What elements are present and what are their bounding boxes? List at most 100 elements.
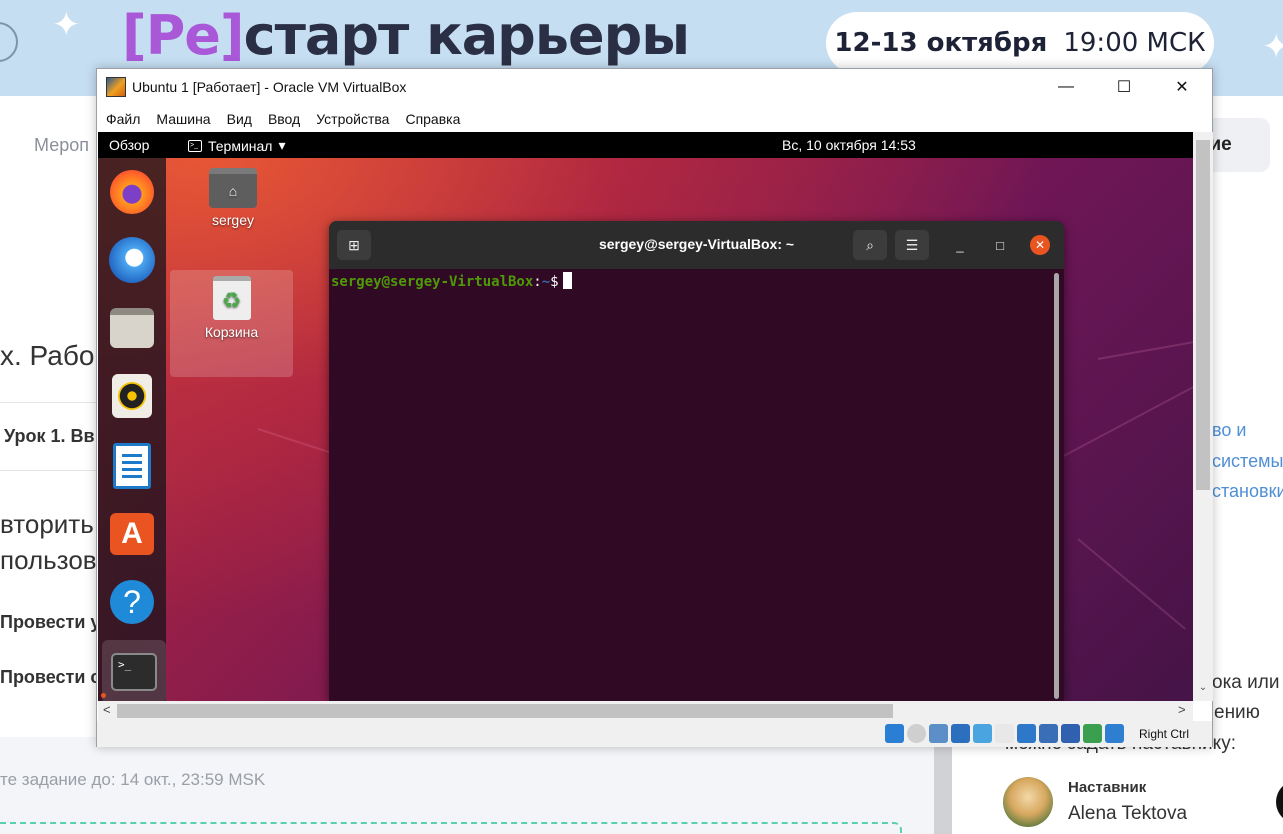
gnome-top-bar: Обзор >_ Терминал ▾ Вс, 10 октября 14:53 bbox=[98, 132, 1193, 158]
window-title: Ubuntu 1 [Работает] - Oracle VM VirtualB… bbox=[132, 79, 407, 95]
mentor-label: Наставник bbox=[1068, 779, 1147, 796]
sidebar-link[interactable]: становки bbox=[1212, 481, 1283, 502]
course-heading: х. Рабо bbox=[0, 340, 95, 371]
banner-circle-decoration bbox=[0, 22, 18, 62]
network-icon[interactable] bbox=[951, 724, 970, 743]
close-button[interactable]: ✕ bbox=[1153, 69, 1211, 105]
task-step: Провести у bbox=[0, 612, 101, 632]
task-step: Провести с bbox=[0, 667, 101, 687]
shared-folders-icon[interactable] bbox=[995, 724, 1014, 743]
capture-icon[interactable] bbox=[1039, 724, 1058, 743]
scrollbar-thumb[interactable] bbox=[1196, 140, 1210, 490]
trash-icon: ♻ bbox=[212, 276, 251, 320]
audio-icon[interactable] bbox=[929, 724, 948, 743]
keyboard-capture-icon[interactable] bbox=[1105, 724, 1124, 743]
scrollbar-thumb[interactable] bbox=[117, 704, 893, 718]
wallpaper-streak bbox=[1077, 538, 1186, 630]
running-indicator bbox=[101, 693, 106, 698]
vbox-menubar: Файл Машина Вид Ввод Устройства Справка bbox=[97, 105, 1212, 132]
page-nav-item[interactable]: Мероп bbox=[34, 135, 89, 156]
terminal-small-icon: >_ bbox=[188, 139, 202, 152]
clock[interactable]: Вс, 10 октября 14:53 bbox=[782, 137, 916, 153]
banner-event-pill: 12-13 октября 19:00 МСК bbox=[826, 12, 1214, 74]
files-icon[interactable] bbox=[108, 304, 156, 352]
help-icon[interactable]: ? bbox=[108, 578, 156, 626]
sidebar-link[interactable]: системы bbox=[1212, 451, 1283, 472]
hamburger-menu-button[interactable]: ☰ bbox=[895, 230, 929, 260]
firefox-icon[interactable] bbox=[108, 168, 156, 216]
menu-machine[interactable]: Машина bbox=[155, 111, 211, 127]
star-decoration-icon: ✦ bbox=[52, 6, 81, 44]
ubuntu-dock: A ? >_ bbox=[98, 158, 166, 701]
chevron-down-icon: ▾ bbox=[278, 137, 286, 153]
app-menu-label: Терминал bbox=[208, 137, 273, 154]
sidebar-link[interactable]: во и bbox=[1212, 420, 1246, 441]
usb-icon[interactable] bbox=[973, 724, 992, 743]
hard-disk-icon[interactable] bbox=[885, 724, 904, 743]
rhythmbox-icon[interactable] bbox=[108, 372, 156, 420]
terminal-window[interactable]: ⊞ sergey@sergey-VirtualBox: ~ ⌕ ☰ _ □ ✕ … bbox=[329, 221, 1064, 701]
menu-help[interactable]: Справка bbox=[404, 111, 461, 127]
banner-logo: [Ре]старт карьеры bbox=[122, 4, 690, 67]
terminal-minimize-button[interactable]: _ bbox=[950, 235, 970, 255]
mentor-avatar bbox=[1003, 777, 1053, 827]
terminal-scrollbar[interactable] bbox=[1054, 273, 1059, 699]
minimize-button[interactable]: — bbox=[1037, 69, 1095, 105]
desktop-icon-label: sergey bbox=[211, 212, 255, 228]
app-menu[interactable]: >_ Терминал ▾ bbox=[188, 137, 286, 154]
guest-display[interactable]: Обзор >_ Терминал ▾ Вс, 10 октября 14:53… bbox=[98, 132, 1193, 701]
desktop-home-folder[interactable]: ⌂ sergey bbox=[198, 168, 268, 228]
terminal-maximize-button[interactable]: □ bbox=[990, 235, 1010, 255]
menu-input[interactable]: Ввод bbox=[267, 111, 301, 127]
wallpaper-streak bbox=[1057, 383, 1193, 460]
activities-button[interactable]: Обзор bbox=[109, 137, 149, 153]
lesson-title[interactable]: Урок 1. Вв bbox=[4, 426, 95, 447]
vbox-statusbar: Right Ctrl bbox=[97, 721, 1212, 747]
prompt-user: sergey@sergey-VirtualBox bbox=[331, 274, 534, 290]
libreoffice-writer-icon[interactable] bbox=[108, 442, 156, 490]
menu-devices[interactable]: Устройства bbox=[315, 111, 390, 127]
desktop-icon-label: Корзина bbox=[204, 324, 259, 340]
window-titlebar[interactable]: Ubuntu 1 [Работает] - Oracle VM VirtualB… bbox=[97, 69, 1212, 105]
terminal-headerbar[interactable]: ⊞ sergey@sergey-VirtualBox: ~ ⌕ ☰ _ □ ✕ bbox=[329, 221, 1064, 269]
menu-file[interactable]: Файл bbox=[105, 111, 141, 127]
thunderbird-icon[interactable] bbox=[108, 236, 156, 284]
task-title: вторить пользов bbox=[0, 509, 97, 575]
menu-view[interactable]: Вид bbox=[226, 111, 253, 127]
wallpaper-streak bbox=[1097, 337, 1193, 360]
prompt-path: ~ bbox=[541, 274, 551, 290]
virtualization-icon[interactable] bbox=[1061, 724, 1080, 743]
scroll-right-arrow[interactable]: > bbox=[1178, 702, 1186, 717]
terminal-close-button[interactable]: ✕ bbox=[1030, 235, 1050, 255]
sidebar-text: ока или bbox=[1212, 672, 1280, 693]
divider bbox=[0, 402, 96, 403]
maximize-button[interactable]: ☐ bbox=[1095, 69, 1153, 105]
page-scrollbar[interactable] bbox=[934, 737, 952, 834]
desktop-trash[interactable]: ♻ Корзина bbox=[170, 270, 293, 377]
display-icon[interactable] bbox=[1017, 724, 1036, 743]
virtualbox-icon bbox=[106, 77, 126, 97]
event-date: 12-13 октября bbox=[834, 28, 1048, 58]
scroll-down-arrow[interactable]: ⌄ bbox=[1196, 682, 1210, 693]
scroll-left-arrow[interactable]: < bbox=[103, 702, 111, 717]
search-button[interactable]: ⌕ bbox=[853, 230, 887, 260]
deadline-text: те задание до: 14 окт., 23:59 MSK bbox=[0, 770, 266, 789]
horizontal-scrollbar[interactable]: < > bbox=[98, 701, 1193, 721]
host-key-label: Right Ctrl bbox=[1139, 727, 1190, 741]
chat-button[interactable] bbox=[1276, 780, 1283, 824]
star-decoration-icon: ✦ bbox=[1262, 28, 1283, 66]
upload-dropzone[interactable] bbox=[0, 822, 902, 834]
mentor-name[interactable]: Alena Tektova bbox=[1068, 803, 1187, 825]
virtualbox-window[interactable]: Ubuntu 1 [Работает] - Oracle VM VirtualB… bbox=[96, 68, 1213, 747]
text-cursor bbox=[562, 272, 572, 289]
optical-disk-icon[interactable] bbox=[907, 724, 926, 743]
vertical-scrollbar[interactable]: ⌄ bbox=[1193, 132, 1213, 701]
terminal-icon[interactable]: >_ bbox=[102, 640, 166, 701]
mouse-integration-icon[interactable] bbox=[1083, 724, 1102, 743]
home-folder-icon: ⌂ bbox=[209, 168, 257, 208]
ubuntu-software-icon[interactable]: A bbox=[108, 510, 156, 558]
divider bbox=[0, 470, 96, 471]
prompt-symbol: $ bbox=[550, 274, 559, 290]
sidebar-text: ению bbox=[1214, 702, 1260, 723]
terminal-output[interactable]: sergey@sergey-VirtualBox:~$ bbox=[329, 269, 1064, 701]
